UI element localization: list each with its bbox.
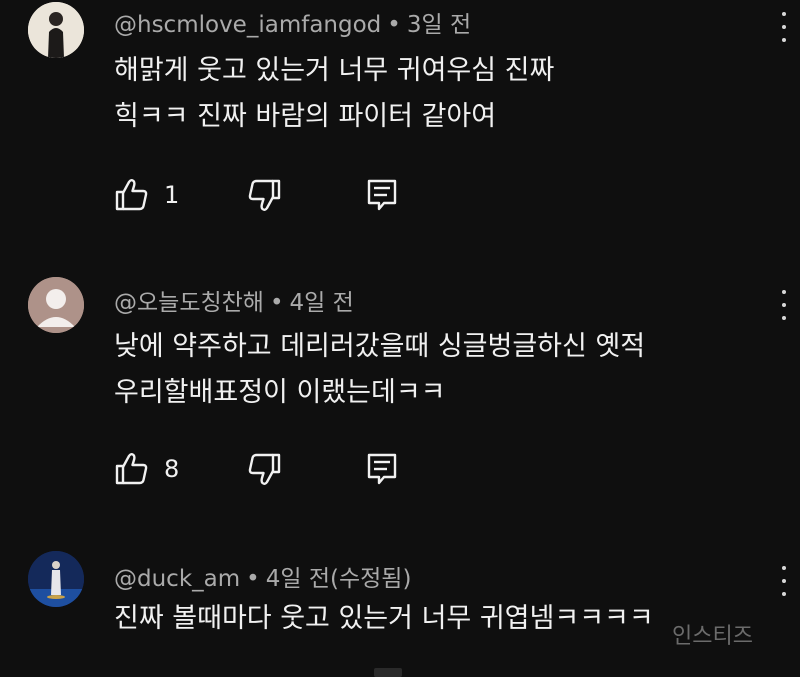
reply-icon <box>367 453 397 485</box>
comment-author[interactable]: @hscmlove_iamfangod <box>114 12 381 38</box>
dislike-button[interactable] <box>244 175 284 215</box>
reply-button[interactable] <box>362 175 402 215</box>
like-count: 8 <box>164 455 180 483</box>
dislike-button[interactable] <box>244 449 284 489</box>
default-avatar-icon <box>28 277 84 333</box>
thumbs-up-icon <box>115 453 148 485</box>
watermark: 인스티즈 <box>672 624 753 649</box>
reply-icon <box>367 179 397 211</box>
more-vert-icon[interactable] <box>778 566 790 596</box>
comment-meta: @hscmlove_iamfangod • 3일 전 <box>114 12 472 38</box>
comment-author[interactable]: @오늘도칭찬해 <box>114 290 264 316</box>
like-button[interactable]: 1 <box>112 175 179 215</box>
next-action-hint <box>374 668 402 677</box>
comment-text-line: 해맑게 웃고 있는거 너무 귀여우심 진짜 <box>114 55 555 86</box>
avatar-person-image <box>28 2 84 58</box>
comment-time: 4일 전 <box>265 566 330 592</box>
reply-button[interactable] <box>362 449 402 489</box>
comment-text-line: 진짜 볼때마다 웃고 있는거 너무 귀엽넴ㅋㅋㅋㅋ <box>114 603 654 634</box>
more-vert-icon[interactable] <box>778 12 790 42</box>
comment-meta: @오늘도칭찬해 • 4일 전 <box>114 290 354 316</box>
thumbs-down-icon <box>248 453 281 485</box>
edited-label: (수정됨) <box>329 566 412 592</box>
like-count: 1 <box>164 181 180 209</box>
comment-text-line: 우리할배표정이 이랬는데ㅋㅋ <box>114 377 446 408</box>
thumbs-down-icon <box>248 179 281 211</box>
comment-meta: @duck_am • 4일 전(수정됨) <box>114 566 412 592</box>
avatar-stage-image <box>28 551 84 607</box>
more-vert-icon[interactable] <box>778 290 790 320</box>
comment-text-line: 힉ㅋㅋ 진짜 바람의 파이터 같아여 <box>114 101 497 132</box>
avatar[interactable] <box>28 277 84 333</box>
comment-author[interactable]: @duck_am <box>114 566 240 592</box>
thumbs-up-icon <box>115 179 148 211</box>
comment-time: 4일 전 <box>289 290 354 316</box>
comment-text-line: 낮에 약주하고 데리러갔을때 싱글벙글하신 옛적 <box>114 331 646 362</box>
comment-time: 3일 전 <box>406 12 472 38</box>
avatar[interactable] <box>28 551 84 607</box>
avatar[interactable] <box>28 2 84 58</box>
like-button[interactable]: 8 <box>112 449 179 489</box>
